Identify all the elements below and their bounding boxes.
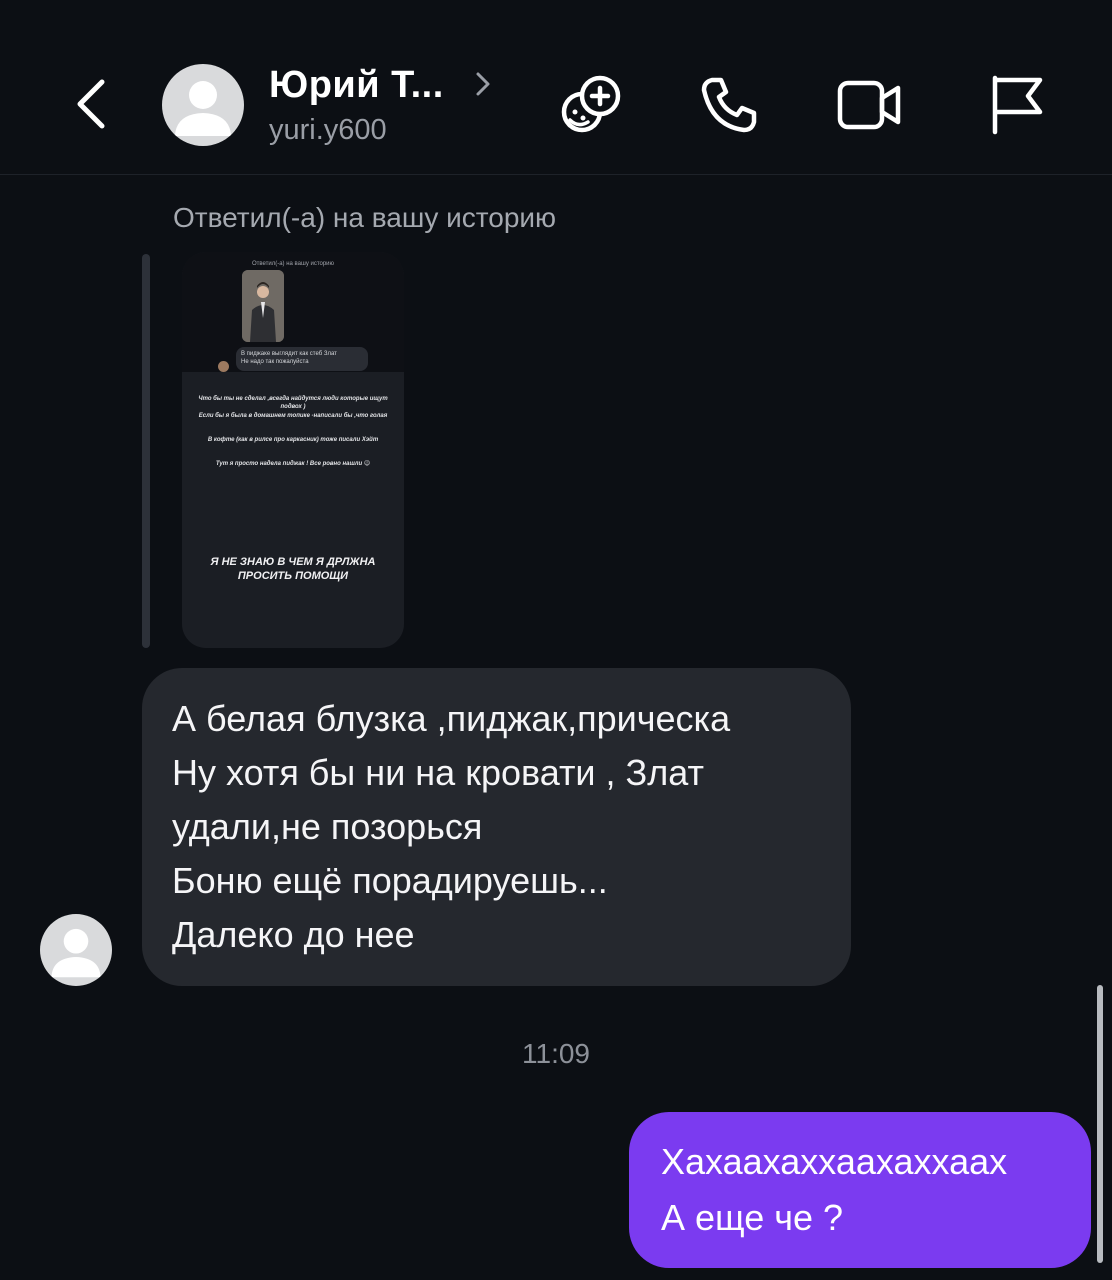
story-preview-text4: Тут я просто надела пиджак ! Все ровно н… — [215, 461, 371, 467]
story-preview-text1: Что бы ты не сделал ,всегда найдутся люд… — [198, 396, 388, 410]
sender-avatar[interactable] — [40, 914, 112, 986]
chevron-right-icon[interactable] — [472, 70, 494, 98]
story-preview-text3: В кофте (как в рилсе про каркасник) тоже… — [207, 437, 379, 443]
story-preview-bubble: В пиджаке выглядит как стеб Злат Не надо… — [236, 347, 368, 371]
story-preview-text2: Если бы я была в домашнем топике -написа… — [198, 413, 388, 419]
incoming-message-line: Боню ещё порадируешь... — [172, 860, 608, 901]
contact-name[interactable]: Юрий Т... — [269, 64, 444, 107]
story-preview-avatar — [218, 361, 229, 372]
incoming-message-line: А белая блузка ,пиджак,прическа — [172, 698, 731, 739]
message-timestamp: 11:09 — [522, 1038, 590, 1069]
story-preview-bubble-line2: Не надо так пожалуйста — [241, 359, 309, 365]
default-avatar-icon — [51, 928, 101, 978]
story-preview[interactable]: Ответил(-а) на вашу историю В пиджаке вы… — [182, 252, 404, 648]
flag-icon[interactable] — [984, 70, 1054, 140]
chat-header: Юрий Т... yuri.y600 — [0, 0, 1112, 175]
story-preview-header: Ответил(-а) на вашу историю В пиджаке вы… — [182, 252, 404, 372]
phone-icon[interactable] — [694, 70, 764, 140]
scrollbar[interactable] — [1097, 985, 1103, 1263]
story-preview-bubble-line1: В пиджаке выглядит как стеб Злат — [241, 351, 337, 357]
incoming-message-line: удали,не позорься — [172, 806, 483, 847]
outgoing-message-bubble[interactable]: Хахаахаххаахаххаах А еще че ? — [629, 1112, 1091, 1268]
story-preview-reply-label: Ответил(-а) на вашу историю — [251, 261, 335, 267]
incoming-message-line: Далеко до нее — [172, 914, 415, 955]
outgoing-message-line: Хахаахаххаахаххаах — [661, 1141, 1008, 1182]
person-in-blazer-image — [242, 270, 284, 342]
outgoing-message-line: А еще че ? — [661, 1197, 844, 1238]
games-icon[interactable] — [556, 70, 626, 140]
default-avatar-icon — [175, 81, 231, 136]
reply-indicator-bar — [142, 254, 150, 648]
story-reply-label: Ответил(-а) на вашу историю — [173, 202, 557, 233]
story-preview-big-text: Я НЕ ЗНАЮ В ЧЕМ Я ДРЛЖНА ПРОСИТЬ ПОМОЩИ — [210, 556, 376, 582]
video-camera-icon[interactable] — [834, 70, 904, 140]
story-preview-photo — [242, 270, 284, 342]
contact-avatar[interactable] — [162, 64, 244, 146]
back-arrow-icon[interactable] — [66, 72, 122, 136]
incoming-message-line: Ну хотя бы ни на кровати , Злат — [172, 752, 705, 793]
contact-handle[interactable]: yuri.y600 — [269, 114, 387, 147]
incoming-message-bubble[interactable]: А белая блузка ,пиджак,прическа Ну хотя … — [142, 668, 851, 986]
